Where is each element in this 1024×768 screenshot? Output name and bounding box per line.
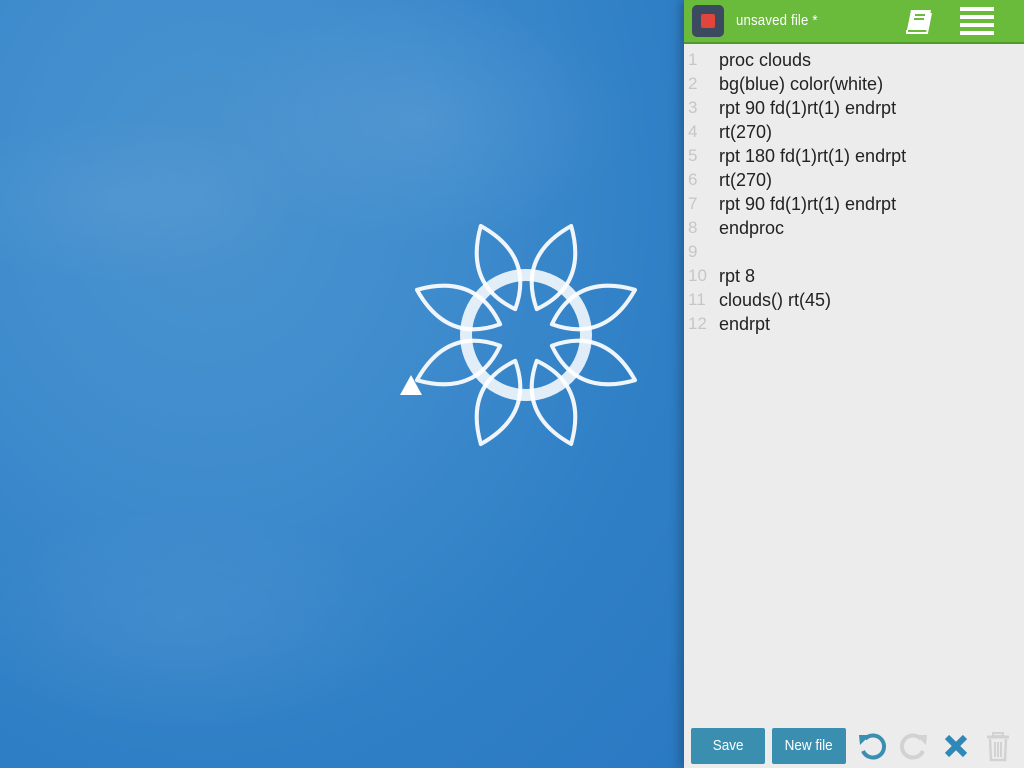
code-line: 12 endrpt [684, 312, 1024, 336]
code-editor-panel: unsaved file * 1 proc clouds 2 bg(blue) co… [684, 0, 1024, 768]
code-line: 6 rt(270) [684, 168, 1024, 192]
new-file-button[interactable]: New file [772, 728, 846, 764]
code-line: 7 rpt 90 fd(1)rt(1) endrpt [684, 192, 1024, 216]
line-number: 5 [688, 146, 698, 165]
inner-ring [460, 269, 592, 401]
line-number: 4 [688, 122, 698, 141]
code-text[interactable]: endrpt [719, 312, 770, 336]
bottom-toolbar: Save New file [684, 728, 1024, 768]
save-button-label: Save [712, 737, 744, 754]
line-number: 7 [688, 194, 698, 213]
code-text[interactable]: rt(270) [719, 168, 772, 192]
code-text[interactable]: rpt 90 fd(1)rt(1) endrpt [719, 192, 896, 216]
line-number: 9 [688, 242, 698, 261]
book-icon[interactable] [904, 7, 934, 35]
line-number: 10 [688, 266, 707, 285]
line-number: 8 [688, 218, 698, 237]
line-number: 1 [688, 50, 698, 69]
new-file-button-label: New file [784, 737, 834, 754]
redo-icon[interactable] [898, 730, 930, 762]
save-button[interactable]: Save [691, 728, 765, 764]
code-line: 3 rpt 90 fd(1)rt(1) endrpt [684, 96, 1024, 120]
menu-icon[interactable] [960, 6, 996, 36]
code-text[interactable]: rpt 180 fd(1)rt(1) endrpt [719, 144, 906, 168]
flower-petals [414, 223, 638, 447]
code-line: 5 rpt 180 fd(1)rt(1) endrpt [684, 144, 1024, 168]
stop-button[interactable] [692, 5, 724, 37]
line-number: 3 [688, 98, 698, 117]
code-text[interactable]: rpt 90 fd(1)rt(1) endrpt [719, 96, 896, 120]
code-line: 1 proc clouds [684, 48, 1024, 72]
code-line: 8 endproc [684, 216, 1024, 240]
line-number: 2 [688, 74, 698, 93]
line-number: 11 [688, 290, 706, 309]
code-line: 11 clouds() rt(45) [684, 288, 1024, 312]
close-icon[interactable] [940, 730, 972, 762]
code-text[interactable]: clouds() rt(45) [719, 288, 831, 312]
code-line: 2 bg(blue) color(white) [684, 72, 1024, 96]
code-text[interactable]: bg(blue) color(white) [719, 72, 883, 96]
code-text[interactable]: rt(270) [719, 120, 772, 144]
code-text[interactable]: proc clouds [719, 48, 811, 72]
line-number: 12 [688, 314, 707, 333]
code-line: 10 rpt 8 [684, 264, 1024, 288]
stop-icon [701, 14, 715, 28]
trash-icon[interactable] [982, 730, 1014, 762]
code-text[interactable]: endproc [719, 216, 784, 240]
code-line: 9 [684, 240, 1024, 264]
code-editor[interactable]: 1 proc clouds 2 bg(blue) color(white) 3 rpt… [684, 48, 1024, 336]
turtle-drawing [400, 223, 638, 447]
drawing-canvas[interactable] [0, 0, 684, 768]
editor-toolbar: unsaved file * [684, 0, 1024, 44]
code-text[interactable]: rpt 8 [719, 264, 755, 288]
code-line: 4 rt(270) [684, 120, 1024, 144]
undo-icon[interactable] [856, 730, 888, 762]
line-number: 6 [688, 170, 698, 189]
file-title: unsaved file * [736, 12, 818, 29]
